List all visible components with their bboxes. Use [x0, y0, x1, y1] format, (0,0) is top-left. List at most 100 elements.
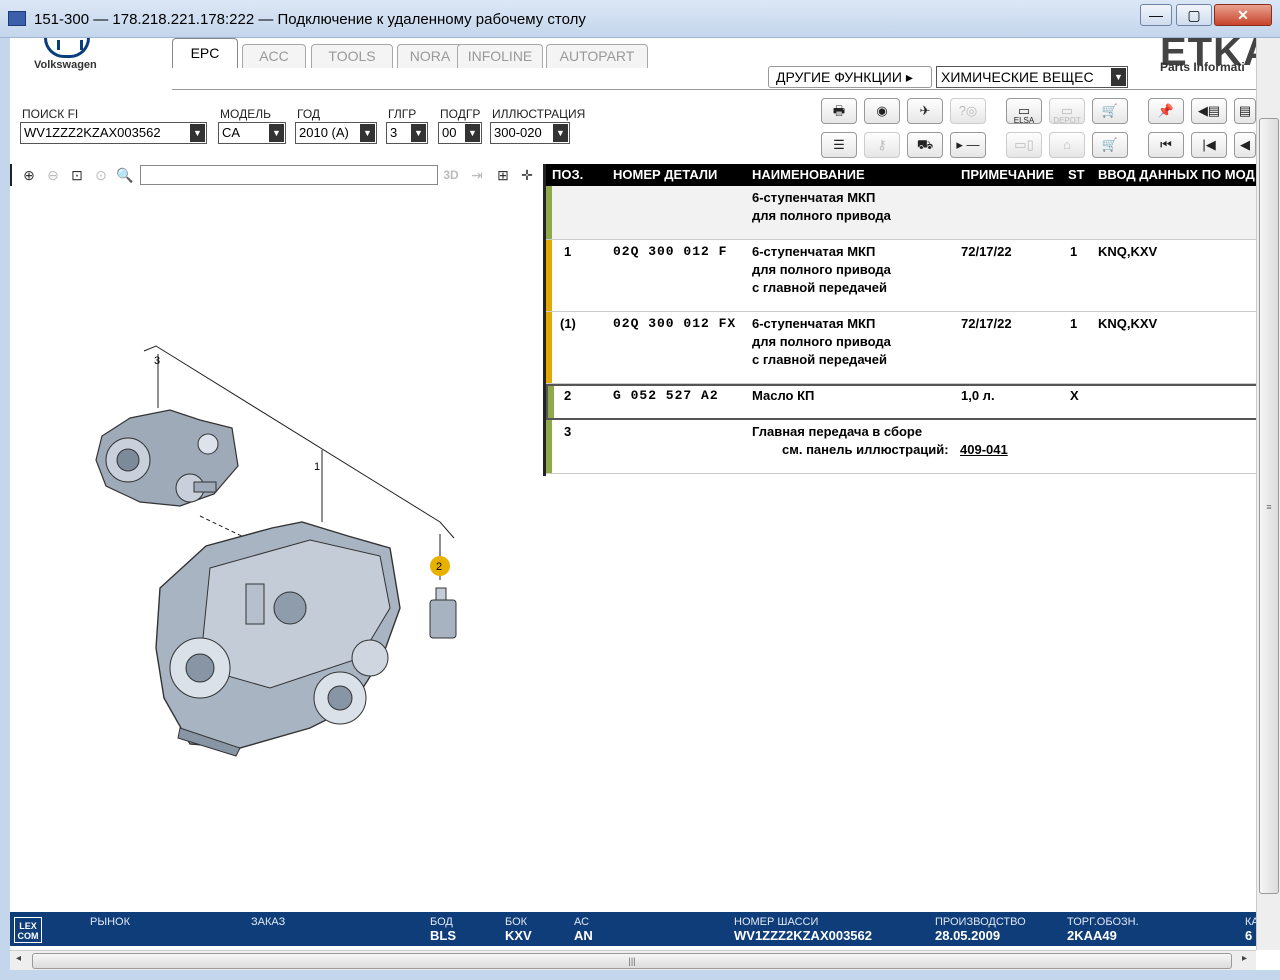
tab-autopart[interactable]: AUTOPART	[546, 44, 648, 68]
cart-icon[interactable]: 🛒	[1092, 132, 1128, 158]
pin-icon[interactable]: 📌	[1148, 98, 1184, 124]
print-icon[interactable]: 🖶	[821, 98, 857, 124]
zoom-out-icon[interactable]: ⊖	[42, 165, 64, 185]
maximize-icon[interactable]: ▢	[1176, 4, 1212, 26]
first-page-icon[interactable]: ⏮	[1148, 132, 1184, 158]
chevron-down-icon[interactable]: ▼	[190, 124, 205, 142]
search-fi-input[interactable]: WV1ZZZ2KZAX003562 ▼	[20, 122, 207, 144]
search-fi-label: ПОИСК FI	[22, 107, 79, 121]
table-row[interactable]: (1) 02Q 300 012 FX 6-ступенчатая МКП для…	[546, 312, 1256, 384]
ac-value: AN	[574, 928, 593, 943]
part-name: Главная передача в сборе	[752, 424, 923, 439]
main-group-select[interactable]: 3 ▼	[386, 122, 428, 144]
part-name: 6-ступенчатая МКП	[752, 190, 876, 205]
horizontal-scroll-thumb[interactable]: |||	[32, 953, 1232, 969]
previous-icon[interactable]: ◀	[1234, 132, 1256, 158]
tab-infoline[interactable]: INFOLINE	[457, 44, 543, 68]
production-label: ПРОИЗВОДСТВО	[935, 916, 1026, 928]
zoom-fit-icon[interactable]: ⊡	[66, 165, 88, 185]
table-row-selected[interactable]: 2 G 052 527 A2 Масло КП 1,0 л. X	[546, 384, 1256, 420]
chassis-value: WV1ZZZ2KZAX003562	[734, 928, 872, 943]
table-row[interactable]: 1 02Q 300 012 F 6-ступенчатая МКП для по…	[546, 240, 1256, 312]
zoom-100-icon[interactable]: ⊙	[90, 165, 112, 185]
part-pos: 3	[564, 424, 572, 439]
document-icon[interactable]: ▤	[1234, 98, 1256, 124]
key-icon[interactable]: ⚷	[864, 132, 900, 158]
tab-acc[interactable]: ACC	[242, 44, 306, 68]
illustration-ref-link[interactable]: 409-041	[960, 442, 1008, 457]
year-select[interactable]: 2010 (A) ▼	[295, 122, 377, 144]
chevron-down-icon[interactable]: ▼	[1111, 68, 1126, 86]
camera-icon[interactable]: ◉	[864, 98, 900, 124]
illustration-select[interactable]: 300-020 ▼	[490, 122, 570, 144]
part-number[interactable]: G 052 527 A2	[613, 388, 719, 403]
part-number[interactable]: 02Q 300 012 FX	[613, 316, 736, 331]
part-note: 72/17/22	[961, 316, 1012, 331]
part-name: с главной передачей	[752, 352, 887, 367]
close-icon[interactable]: ✕	[1214, 4, 1272, 26]
table-row[interactable]: 3 Главная передача в сборе см. панель ил…	[546, 420, 1256, 474]
body-value: BLS	[430, 928, 456, 943]
zoom-in-icon[interactable]: ⊕	[18, 165, 40, 185]
service-icon[interactable]: ✈	[907, 98, 943, 124]
image-mode-icon[interactable]: ⇥	[466, 165, 488, 185]
part-st: X	[1070, 388, 1079, 403]
col-name[interactable]: НАИМЕНОВАНИЕ	[752, 164, 865, 186]
chevron-down-icon[interactable]: ▼	[269, 124, 284, 142]
order-label: ЗАКАЗ	[251, 916, 286, 928]
car-icon[interactable]: ⛟	[907, 132, 943, 158]
chevron-down-icon[interactable]: ▼	[465, 124, 480, 142]
etka-subtitle: Parts Informati	[1160, 60, 1245, 74]
scroll-right-icon[interactable]: ▸	[1242, 953, 1247, 964]
part-st: 1	[1070, 316, 1078, 331]
3d-button[interactable]: 3D	[440, 165, 462, 185]
trade-label: ТОРГ.ОБОЗН.	[1067, 916, 1139, 928]
chevron-down-icon[interactable]: ▼	[553, 124, 568, 142]
body-label: БОД	[430, 916, 453, 928]
chevron-down-icon[interactable]: ▼	[360, 124, 375, 142]
pc-icon[interactable]: ▭▯	[1006, 132, 1042, 158]
col-pos[interactable]: ПОЗ.	[552, 164, 583, 186]
list-icon[interactable]: ☰	[821, 132, 857, 158]
tab-epc[interactable]: EPC	[172, 38, 238, 68]
illustration-search-input[interactable]	[140, 165, 438, 185]
help-icon[interactable]: ?◎	[950, 98, 986, 124]
tab-tools[interactable]: TOOLS	[311, 44, 393, 68]
dealer-icon[interactable]: ⌂	[1049, 132, 1085, 158]
table-row[interactable]: 6-ступенчатая МКП для полного привода	[546, 186, 1256, 240]
chevron-down-icon[interactable]: ▼	[411, 124, 426, 142]
cart-add-icon[interactable]: 🛒	[1092, 98, 1128, 124]
split-view-icon[interactable]: ⊞	[492, 165, 514, 185]
part-number[interactable]: 02Q 300 012 F	[613, 244, 727, 259]
col-part-number[interactable]: НОМЕР ДЕТАЛИ	[613, 164, 717, 186]
sub-group-select[interactable]: 00 ▼	[438, 122, 482, 144]
vw-logo	[44, 38, 90, 58]
part-name: с главной передачей	[752, 280, 887, 295]
part-name: 6-ступенчатая МКП	[752, 316, 876, 331]
col-note[interactable]: ПРИМЕЧАНИЕ	[961, 164, 1054, 186]
part-name: для полного привода	[752, 208, 891, 223]
col-st[interactable]: ST	[1068, 164, 1085, 186]
other-functions-select[interactable]: ХИМИЧЕСКИЕ ВЕЩЕС ▼	[936, 66, 1128, 88]
minimize-icon[interactable]: —	[1140, 4, 1172, 26]
vertical-scroll-thumb[interactable]: ≡	[1259, 118, 1279, 894]
vertical-scrollbar[interactable]: ≡	[1256, 38, 1280, 950]
part-name: Масло КП	[752, 388, 815, 403]
col-model-data[interactable]: ВВОД ДАННЫХ ПО МОД	[1098, 164, 1255, 186]
callout-3: 3	[154, 355, 160, 367]
elsa-label: ELSA	[1013, 116, 1035, 125]
search-icon[interactable]: 🔍	[114, 165, 136, 185]
play-minus-button[interactable]: ▸ —	[950, 132, 986, 158]
depot-button[interactable]: ▭ DEPOT	[1049, 98, 1085, 125]
move-icon[interactable]: ✛	[516, 165, 538, 185]
tab-nora[interactable]: NORA	[397, 44, 463, 68]
nav-back-icon[interactable]: ◀▤	[1191, 98, 1227, 124]
part-pos: 2	[564, 388, 572, 403]
scroll-left-icon[interactable]: ◂	[16, 953, 21, 964]
model-select[interactable]: CA ▼	[218, 122, 286, 144]
callout-1: 1	[314, 461, 320, 473]
other-functions-button[interactable]: ДРУГИЕ ФУНКЦИИ ▸	[768, 66, 932, 88]
horizontal-scrollbar[interactable]: ◂ ||| ▸	[10, 950, 1256, 970]
previous-page-icon[interactable]: |◀	[1191, 132, 1227, 158]
elsa-button[interactable]: ▭ ELSA	[1006, 98, 1042, 125]
